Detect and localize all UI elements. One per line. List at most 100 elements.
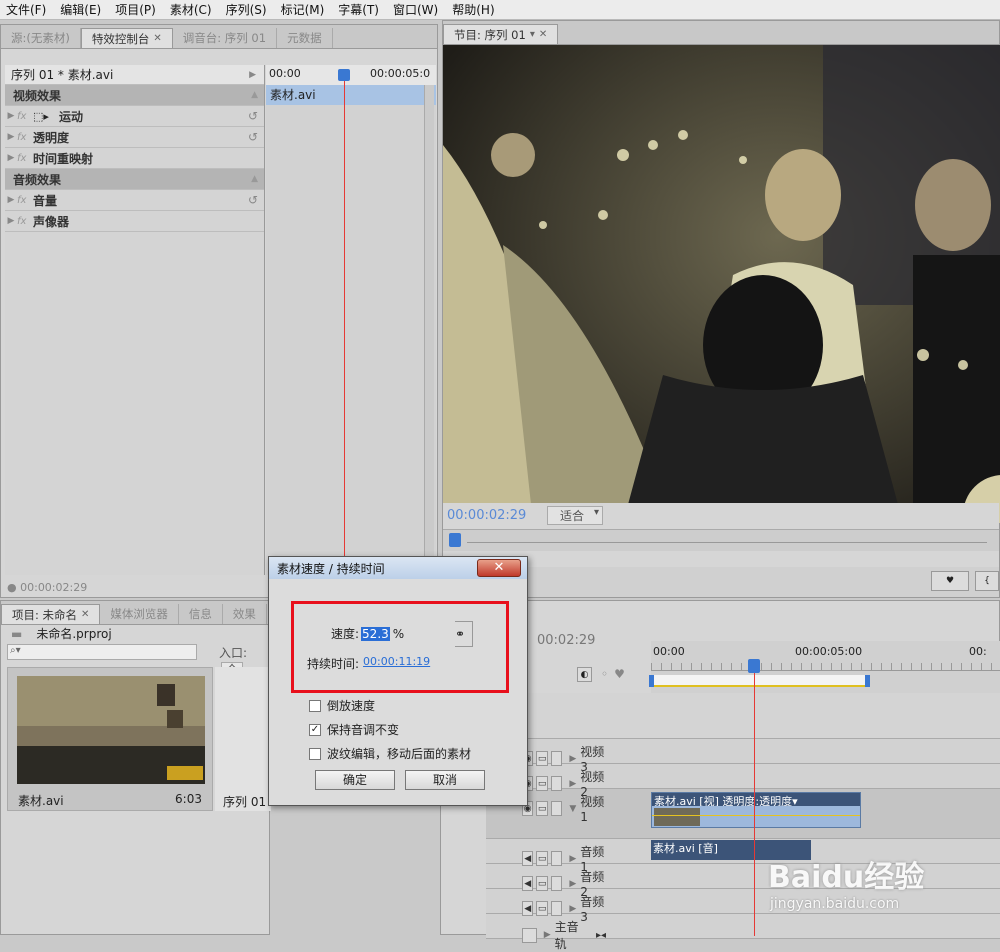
effect-scrollbar[interactable] xyxy=(424,85,434,575)
effect-row-time-remap[interactable]: ▶ fx 时间重映射 xyxy=(5,148,264,169)
pin-icon[interactable]: ♥ xyxy=(614,667,625,682)
fx-icon[interactable]: fx xyxy=(17,216,33,227)
menu-item[interactable]: 文件(F) xyxy=(6,1,46,18)
project-tab-2[interactable]: 信息 xyxy=(179,604,223,624)
reset-icon[interactable]: ↺ xyxy=(248,193,258,207)
expand-icon[interactable]: ▶ xyxy=(569,904,576,914)
effect-row-panner[interactable]: ▶ fx 声像器 xyxy=(5,211,264,232)
menu-item[interactable]: 窗口(W) xyxy=(393,1,438,18)
expand-icon[interactable]: ▶ xyxy=(5,111,17,121)
menu-item[interactable]: 序列(S) xyxy=(226,1,267,18)
lock-icon[interactable] xyxy=(550,901,563,916)
sync-lock-icon[interactable]: ▭ xyxy=(536,876,548,891)
speaker-icon[interactable]: ◀ xyxy=(522,876,534,891)
marker-icon[interactable]: ◦ xyxy=(601,667,608,682)
project-item-2[interactable]: 序列 01 xyxy=(215,667,271,811)
expand-icon[interactable]: ▶ xyxy=(569,779,576,789)
fx-icon[interactable]: fx xyxy=(17,132,33,143)
master-icon[interactable]: ▸◂ xyxy=(596,930,606,941)
work-area-bar[interactable] xyxy=(651,675,867,687)
effect-timeline[interactable]: 00:00 00:00:05:0 素材.avi xyxy=(266,65,436,575)
work-area-end-icon[interactable] xyxy=(865,675,870,687)
reverse-checkbox[interactable] xyxy=(309,699,321,712)
program-timecode[interactable]: 00:00:02:29 xyxy=(447,508,547,523)
speaker-icon[interactable]: ◀ xyxy=(522,851,534,866)
close-icon[interactable]: ✕ xyxy=(81,609,89,620)
menu-item[interactable]: 帮助(H) xyxy=(452,1,494,18)
timeline-playhead-icon[interactable] xyxy=(748,659,760,673)
collapse-icon[interactable]: ▲ xyxy=(251,174,258,184)
fit-dropdown[interactable]: 适合 ▾ xyxy=(547,505,604,525)
opacity-line[interactable] xyxy=(652,815,860,816)
expand-icon[interactable]: ▶ xyxy=(5,132,17,142)
expand-icon[interactable]: ▼ xyxy=(569,804,576,814)
expand-icon[interactable]: ▶ xyxy=(5,153,17,163)
work-area-start-icon[interactable] xyxy=(649,675,654,687)
tab-program[interactable]: 节目: 序列 01 ▾ ✕ xyxy=(443,24,559,44)
menu-item[interactable]: 标记(M) xyxy=(281,1,325,18)
close-icon[interactable]: ✕ xyxy=(539,29,547,40)
sync-lock-icon[interactable]: ▭ xyxy=(536,776,548,791)
link-icon[interactable]: ⚭ xyxy=(455,627,465,641)
sync-lock-icon[interactable]: ▭ xyxy=(536,801,548,816)
project-tab-3[interactable]: 效果 xyxy=(223,604,267,624)
ok-button[interactable]: 确定 xyxy=(315,770,395,790)
reset-icon[interactable]: ↺ xyxy=(248,130,258,144)
fx-icon[interactable]: fx xyxy=(17,111,33,122)
in-point-button[interactable]: { xyxy=(975,571,999,591)
effect-ruler[interactable]: 00:00 00:00:05:0 xyxy=(266,65,436,85)
lock-icon[interactable] xyxy=(522,927,537,943)
close-icon[interactable]: ✕ xyxy=(153,33,161,44)
effect-clip-bar[interactable]: 素材.avi xyxy=(266,85,436,105)
timeline-ruler[interactable]: 00:00 00:00:05:00 00: xyxy=(649,641,1000,693)
menu-item[interactable]: 素材(C) xyxy=(170,1,212,18)
dropdown-icon[interactable]: ▾ xyxy=(530,29,535,40)
reverse-checkbox-row[interactable]: 倒放速度 xyxy=(309,697,375,714)
dialog-close-button[interactable]: ✕ xyxy=(477,559,521,577)
lock-icon[interactable] xyxy=(550,751,563,766)
cancel-button[interactable]: 取消 xyxy=(405,770,485,790)
ripple-checkbox[interactable] xyxy=(309,747,321,760)
lock-icon[interactable] xyxy=(550,876,563,891)
expand-icon[interactable]: ▶ xyxy=(544,930,551,940)
ripple-checkbox-row[interactable]: 波纹编辑，移动后面的素材 xyxy=(309,745,471,762)
menu-item[interactable]: 字幕(T) xyxy=(338,1,379,18)
pitch-checkbox-row[interactable]: ✓ 保持音调不变 xyxy=(309,721,399,738)
effect-row-opacity[interactable]: ▶ fx 透明度 ↺ xyxy=(5,127,264,148)
snap-icon[interactable]: ◐ xyxy=(577,667,592,682)
marker-button[interactable]: ♥ xyxy=(931,571,969,591)
speed-input[interactable]: 52.3 xyxy=(361,626,390,641)
expand-icon[interactable]: ▶ xyxy=(569,854,576,864)
sync-lock-icon[interactable]: ▭ xyxy=(536,751,548,766)
lock-icon[interactable] xyxy=(550,776,563,791)
menu-item[interactable]: 编辑(E) xyxy=(60,1,101,18)
expand-icon[interactable]: ▶ xyxy=(5,216,17,226)
tab-1[interactable]: 特效控制台 ✕ xyxy=(80,28,173,48)
speaker-icon[interactable]: ◀ xyxy=(522,901,534,916)
sync-lock-icon[interactable]: ▭ xyxy=(536,851,548,866)
arrow-right-icon[interactable]: ▶ xyxy=(249,70,256,80)
expand-icon[interactable]: ▶ xyxy=(5,195,17,205)
sync-lock-icon[interactable]: ▭ xyxy=(536,901,548,916)
timeline-timecode[interactable]: 00:02:29 xyxy=(537,633,595,648)
lock-icon[interactable] xyxy=(550,851,563,866)
fx-icon[interactable]: fx xyxy=(17,153,33,164)
motion-icon[interactable]: ⬚▸ xyxy=(33,110,59,123)
pitch-checkbox[interactable]: ✓ xyxy=(309,723,321,736)
project-tab-1[interactable]: 媒体浏览器 xyxy=(100,604,179,624)
collapse-icon[interactable]: ▲ xyxy=(251,90,258,100)
expand-icon[interactable]: ▶ xyxy=(569,879,576,889)
playhead-handle-icon[interactable] xyxy=(338,69,350,81)
lock-icon[interactable] xyxy=(550,801,563,816)
project-tab-0[interactable]: 项目: 未命名 ✕ xyxy=(1,604,101,624)
project-search-input[interactable]: ⌕▾ xyxy=(7,644,197,660)
effect-row-volume[interactable]: ▶ fx 音量 ↺ xyxy=(5,190,264,211)
expand-icon[interactable]: ▶ xyxy=(569,754,576,764)
tab-0[interactable]: 源:(无素材) xyxy=(1,28,81,48)
track-row[interactable]: ◉▭▶视频 2 xyxy=(486,764,1000,799)
tab-3[interactable]: 元数据 xyxy=(277,28,333,48)
reset-icon[interactable]: ↺ xyxy=(248,109,258,123)
menu-item[interactable]: 项目(P) xyxy=(115,1,156,18)
program-playhead-icon[interactable] xyxy=(449,533,461,547)
project-item-thumb[interactable]: 素材.avi 6:03 xyxy=(7,667,213,811)
